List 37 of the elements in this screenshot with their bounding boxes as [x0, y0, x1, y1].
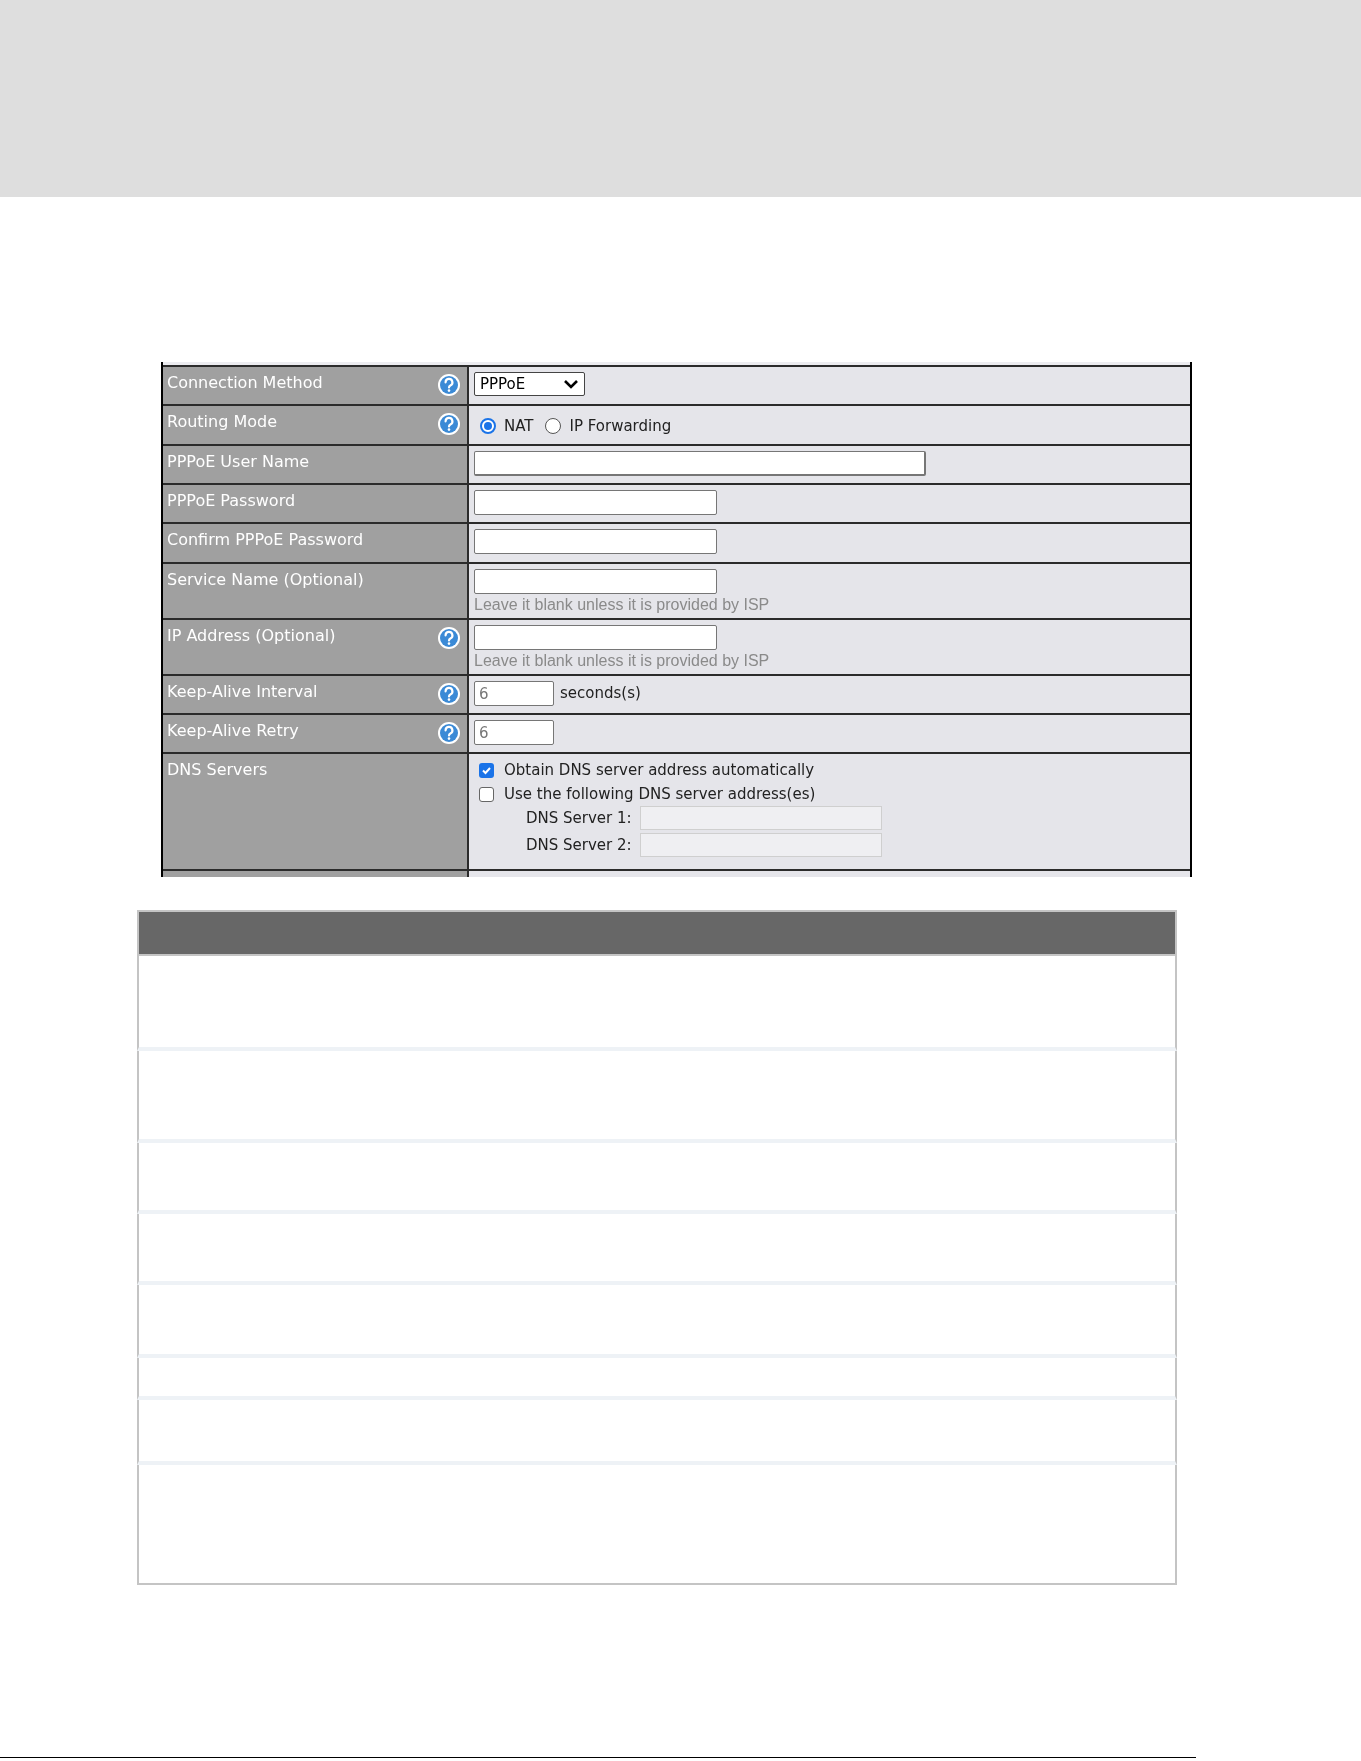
caret-icon — [563, 379, 579, 389]
field-label: Connection Method — [167, 373, 323, 394]
text-field[interactable] — [474, 569, 717, 594]
field-label: DNS Servers — [167, 760, 268, 781]
field-label: Confirm PPPoE Password — [167, 530, 364, 551]
text-field[interactable] — [474, 529, 717, 554]
checkbox-label: Use the following DNS server address(es) — [504, 785, 816, 803]
hint-text: Leave it blank unless it is provided by ISP — [474, 595, 771, 615]
field-label: Routing Mode — [167, 412, 278, 433]
field-label: PPPoE Password — [167, 491, 296, 512]
field-label: PPPoE User Name — [167, 452, 310, 473]
number-field[interactable]: 6 — [474, 681, 554, 706]
connection-method-select[interactable]: PPPoE — [474, 372, 585, 396]
radio-label: NAT — [504, 416, 534, 437]
radio-button[interactable] — [480, 418, 496, 435]
help-icon[interactable] — [437, 721, 461, 745]
text-field[interactable] — [474, 625, 717, 650]
help-icon[interactable] — [437, 626, 461, 650]
unit-label: seconds(s) — [560, 683, 641, 705]
checkbox-label: Obtain DNS server address automatically — [504, 761, 815, 779]
checkbox[interactable] — [479, 762, 494, 778]
dns-server-label: DNS Server 1: — [526, 807, 632, 829]
help-icon[interactable] — [437, 682, 461, 706]
field-label: Service Name (Optional) — [167, 570, 364, 591]
dns-server-label: DNS Server 2: — [526, 834, 632, 856]
checkbox[interactable] — [479, 786, 494, 802]
text-field[interactable] — [474, 451, 926, 476]
number-field[interactable]: 6 — [474, 720, 554, 745]
field-label: Keep-Alive Interval — [167, 682, 318, 703]
field-label: Keep-Alive Retry — [167, 721, 299, 742]
hint-text: Leave it blank unless it is provided by ISP — [474, 651, 771, 671]
help-icon[interactable] — [437, 412, 461, 436]
help-icon[interactable] — [437, 373, 461, 397]
text-field[interactable] — [474, 490, 717, 515]
radio-button[interactable] — [545, 418, 562, 435]
radio-label: IP Forwarding — [569, 416, 672, 437]
field-label: IP Address (Optional) — [167, 626, 336, 647]
